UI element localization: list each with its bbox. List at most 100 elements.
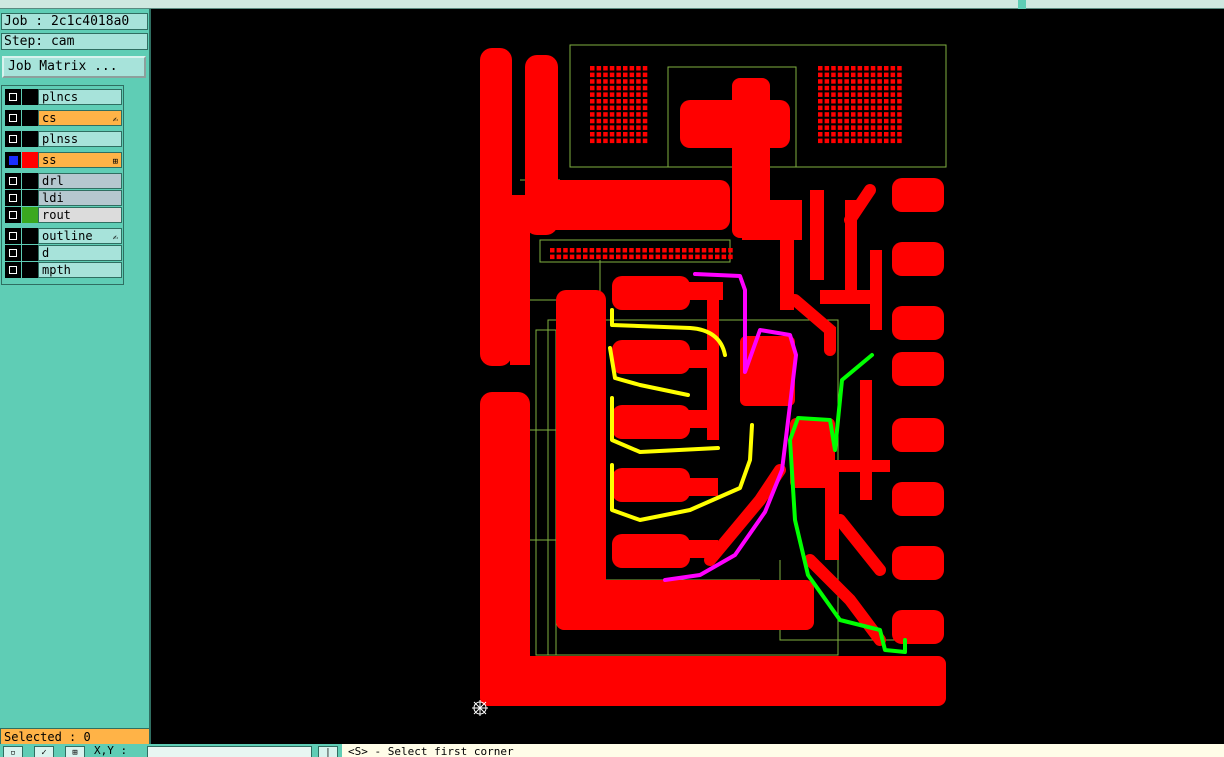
layer-checkbox[interactable]	[5, 207, 21, 223]
graphic-editor-canvas[interactable]	[153, 9, 1224, 744]
smd-pad	[616, 72, 621, 78]
smd-pad	[818, 112, 823, 117]
layer-row-plncs[interactable]: plncs	[5, 89, 122, 105]
smd-pad	[837, 79, 843, 84]
layer-row-cs[interactable]: cs ✍	[5, 110, 122, 126]
xy-coordinate-field[interactable]	[147, 746, 312, 757]
layer-name[interactable]: rout	[38, 207, 122, 223]
smd-pad	[824, 118, 830, 124]
layer-row-ss[interactable]: ss ⊞	[5, 152, 122, 168]
pin-button[interactable]: |	[318, 746, 338, 757]
layer-checkbox[interactable]	[5, 245, 21, 261]
layer-name[interactable]: ss ⊞	[38, 152, 122, 168]
smd-pad	[616, 105, 621, 111]
layer-color-swatch[interactable]	[22, 262, 38, 278]
smd-pad	[897, 132, 902, 137]
layer-checkbox[interactable]	[5, 131, 21, 147]
layer-color-swatch[interactable]	[22, 110, 38, 126]
layer-color-swatch[interactable]	[22, 207, 38, 223]
smd-pad	[884, 72, 889, 78]
layer-name-text: plncs	[42, 90, 79, 104]
layer-color-swatch[interactable]	[22, 89, 38, 105]
layer-checkbox[interactable]	[5, 262, 21, 278]
smd-pad	[642, 72, 648, 78]
layer-color-swatch[interactable]	[22, 190, 38, 206]
smd-pad	[857, 72, 863, 78]
smd-pad	[609, 125, 615, 130]
smd-pad	[609, 66, 615, 71]
layer-row-rout[interactable]: rout	[5, 207, 122, 223]
layer-name[interactable]: d	[38, 245, 122, 261]
smd-pad	[609, 248, 614, 253]
layer-row-d[interactable]: d	[5, 245, 122, 261]
layer-name[interactable]: mpth	[38, 262, 122, 278]
smd-pad	[616, 248, 621, 253]
layer-checkbox[interactable]	[5, 190, 21, 206]
layer-checkbox[interactable]	[5, 110, 21, 126]
layer-color-swatch[interactable]	[22, 228, 38, 244]
layer-row-plnss[interactable]: plnss	[5, 131, 122, 147]
pcb-layout[interactable]	[153, 9, 1224, 744]
job-matrix-button[interactable]: Job Matrix ...	[2, 56, 146, 78]
layer-checkbox[interactable]	[5, 228, 21, 244]
smd-pad	[890, 66, 896, 71]
smd-pad	[818, 85, 823, 91]
layer-row-ldi[interactable]: ldi	[5, 190, 122, 206]
layer-name[interactable]: cs ✍	[38, 110, 122, 126]
smd-pad	[642, 138, 648, 144]
smd-pad	[629, 132, 635, 137]
smd-pad	[576, 248, 581, 253]
smd-pad	[603, 72, 608, 78]
smd-pad	[897, 125, 902, 130]
smd-pad	[590, 79, 595, 84]
crosshair-cursor-icon	[472, 700, 488, 716]
smd-pad	[824, 79, 830, 84]
layer-color-swatch[interactable]	[22, 173, 38, 189]
layer-checkbox[interactable]	[5, 173, 21, 189]
smd-pad	[629, 99, 635, 104]
layer-name[interactable]: plncs	[38, 89, 122, 105]
smd-pad	[642, 112, 648, 117]
layer-edit-icon: ✍	[112, 115, 118, 125]
smd-pad	[818, 125, 823, 130]
smd-pad	[708, 248, 713, 253]
layer-row-drl[interactable]: drl	[5, 173, 122, 189]
layer-color-swatch[interactable]	[22, 152, 38, 168]
layer-row-outline[interactable]: outline ✍	[5, 228, 122, 244]
layer-name[interactable]: outline ✍	[38, 228, 122, 244]
smd-pad	[603, 79, 608, 84]
smd-pad	[636, 118, 641, 124]
smd-pad	[590, 92, 595, 97]
smd-pad	[642, 105, 648, 111]
smd-pad	[609, 79, 615, 84]
smd-pad	[603, 125, 608, 130]
top-menu-strip[interactable]	[0, 0, 1018, 9]
smd-pad	[590, 118, 595, 124]
measure-button[interactable]: ✓	[34, 746, 54, 757]
smd-pad	[884, 79, 889, 84]
layer-name[interactable]: drl	[38, 173, 122, 189]
smd-pad	[616, 132, 621, 137]
layer-color-swatch[interactable]	[22, 245, 38, 261]
layer-checkbox[interactable]	[5, 89, 21, 105]
smd-pad	[864, 66, 869, 71]
grid-button[interactable]: ⊞	[65, 746, 85, 757]
layer-name[interactable]: plnss	[38, 131, 122, 147]
smd-pad	[837, 72, 843, 78]
layer-row-mpth[interactable]: mpth	[5, 262, 122, 278]
layer-name[interactable]: ldi	[38, 190, 122, 206]
smd-pad	[857, 138, 863, 144]
layer-color-swatch[interactable]	[22, 131, 38, 147]
top-right-strip[interactable]	[1026, 0, 1224, 9]
layer-checkbox[interactable]	[5, 152, 21, 168]
smd-pad	[897, 72, 902, 78]
smd-pad	[890, 79, 896, 84]
smd-pad	[583, 254, 588, 260]
smd-pad	[864, 79, 869, 84]
smd-pad	[818, 132, 823, 137]
smd-pad	[715, 254, 720, 260]
snap-button[interactable]: ▫	[3, 746, 23, 757]
smd-pad	[623, 125, 628, 130]
status-message: <S> - Select first corner	[342, 744, 1224, 757]
smd-pad	[649, 248, 654, 253]
